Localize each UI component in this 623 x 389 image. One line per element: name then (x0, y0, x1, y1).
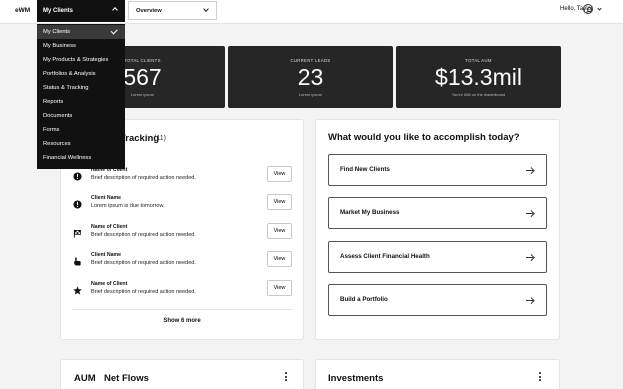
tracking-row: Name of Client Brief description of requ… (60, 280, 304, 308)
chevron-up-icon (112, 7, 118, 13)
tracking-row: Client Name Lorem ipsum is due tomorrow.… (60, 194, 304, 222)
client-name: Client Name (91, 195, 121, 201)
stat-value: 23 (297, 64, 324, 90)
tracking-count: (11) (154, 135, 166, 142)
user-avatar-icon[interactable] (583, 4, 593, 14)
alert-circle-icon (73, 200, 82, 209)
view-button[interactable]: View (267, 223, 292, 239)
view-select[interactable]: Overview (128, 1, 217, 20)
view-button[interactable]: View (267, 194, 292, 210)
menu-item-financial-wellness[interactable]: Financial Wellness (37, 151, 125, 165)
accomplish-title: What would you like to accomplish today? (328, 132, 520, 143)
client-menu-toggle[interactable]: My Clients (37, 0, 125, 22)
tracking-row: Name of Client Brief description of requ… (60, 223, 304, 251)
menu-item-label: Reports (43, 99, 64, 105)
check-icon (110, 27, 118, 35)
more-options-icon[interactable] (285, 372, 287, 382)
menu-item-my-business[interactable]: My Business (37, 39, 125, 53)
action-label: Build a Portfolio (340, 296, 388, 303)
app-logo[interactable]: eWM (15, 7, 30, 14)
star-icon (73, 286, 82, 295)
arrow-right-icon (526, 213, 533, 214)
menu-item-reports[interactable]: Reports (37, 95, 125, 109)
menu-item-status-tracking[interactable]: Status & Tracking (37, 81, 125, 95)
menu-item-label: Status & Tracking (43, 85, 89, 91)
tracking-row: Client Name Brief description of require… (60, 251, 304, 279)
view-button[interactable]: View (267, 166, 292, 182)
view-button[interactable]: View (267, 251, 292, 267)
arrow-right-icon (526, 170, 533, 171)
stat-total-aum: TOTAL AUM $13.3mil You're #58 on the lea… (396, 46, 561, 108)
action-build-a-portfolio[interactable]: Build a Portfolio (328, 284, 547, 316)
tab-net-flows[interactable]: Net Flows (104, 373, 149, 384)
more-options-icon[interactable] (539, 372, 541, 382)
menu-item-label: Portfolios & Analysis (43, 71, 96, 77)
stat-current-leads: CURRENT LEADS 23 Lorem ipsum (228, 46, 393, 108)
alert-circle-icon (73, 172, 82, 181)
action-label: Market My Business (340, 209, 400, 216)
chevron-down-icon (203, 6, 209, 12)
top-bar: eWM My Clients Overview Hello, Taylor (0, 0, 623, 24)
menu-item-forms[interactable]: Forms (37, 123, 125, 137)
client-action-desc: Lorem ipsum is due tomorrow. (91, 203, 165, 209)
menu-item-documents[interactable]: Documents (37, 109, 125, 123)
show-more-link[interactable]: Show 6 more (60, 318, 304, 324)
stat-value: $13.3mil (435, 64, 522, 90)
stat-label: TOTAL AUM (465, 58, 492, 63)
client-menu-dropdown: My Clients My Business My Products & Str… (37, 24, 125, 169)
view-select-value: Overview (136, 7, 162, 14)
menu-item-label: My Products & Strategies (43, 57, 109, 63)
tracking-row: Name of Client Brief description of requ… (60, 166, 304, 194)
aum-card (60, 359, 304, 389)
pointer-hand-icon (73, 257, 81, 266)
action-label: Assess Client Financial Health (340, 253, 430, 260)
client-name: Name of Client (91, 281, 128, 287)
menu-item-my-clients[interactable]: My Clients (37, 25, 125, 39)
client-action-desc: Brief description of required action nee… (91, 232, 196, 238)
menu-item-label: My Clients (43, 29, 71, 35)
divider (72, 309, 293, 310)
client-action-desc: Brief description of required action nee… (91, 289, 196, 295)
stat-sub: Lorem ipsum (298, 92, 323, 97)
menu-item-label: Resources (43, 141, 71, 147)
flag-icon (73, 229, 82, 238)
action-market-my-business[interactable]: Market My Business (328, 197, 547, 229)
client-menu-label: My Clients (43, 8, 74, 14)
client-name: Client Name (91, 252, 121, 258)
menu-item-my-products-strategies[interactable]: My Products & Strategies (37, 53, 125, 67)
stat-label: CURRENT LEADS (290, 58, 331, 63)
client-action-desc: Brief description of required action nee… (91, 175, 196, 181)
menu-item-label: Documents (43, 113, 73, 119)
investments-title: Investments (328, 373, 384, 384)
client-name: Name of Client (91, 224, 128, 230)
menu-item-portfolios-analysis[interactable]: Portfolios & Analysis (37, 67, 125, 81)
action-find-new-clients[interactable]: Find New Clients (328, 154, 547, 186)
arrow-right-icon (526, 257, 533, 258)
user-menu-chevron-icon[interactable] (597, 6, 602, 11)
tab-aum[interactable]: AUM (74, 373, 96, 384)
stat-sub: You're #58 on the leaderboard (451, 92, 506, 97)
arrow-right-icon (526, 300, 533, 301)
menu-item-resources[interactable]: Resources (37, 137, 125, 151)
view-button[interactable]: View (267, 280, 292, 296)
action-label: Find New Clients (340, 166, 390, 173)
menu-item-label: My Business (43, 43, 76, 49)
menu-item-label: Financial Wellness (43, 155, 92, 161)
action-assess-client-financial-health[interactable]: Assess Client Financial Health (328, 241, 547, 273)
client-action-desc: Brief description of required action nee… (91, 260, 196, 266)
menu-item-label: Forms (43, 127, 60, 133)
